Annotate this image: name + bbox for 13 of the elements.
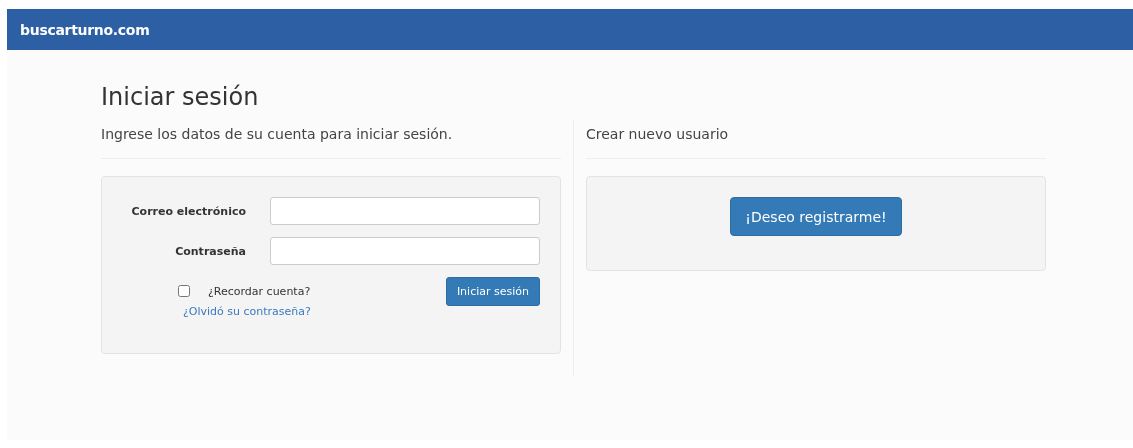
brand-link[interactable]: buscarturno.com [20,21,150,38]
field-label: Correo electrónico [130,204,246,218]
page-title: Iniciar sesión [101,82,260,112]
forgot-password-link[interactable]: ¿Olvidó su contraseña? [183,305,311,318]
register-button[interactable]: ¡Deseo registrarme! [730,197,902,236]
section-heading: Crear nuevo usuario [586,125,730,144]
input-field[interactable] [270,237,540,265]
checkbox-label[interactable]: ¿Recordar cuenta? [208,284,311,298]
field-label: Contraseña [174,244,246,258]
input-field[interactable] [270,197,540,225]
remember-checkbox[interactable] [178,285,190,297]
subtitle: Ingrese los datos de su cuenta para iniciar sesión. [101,125,454,144]
login-button[interactable]: Iniciar sesión [445,277,540,306]
